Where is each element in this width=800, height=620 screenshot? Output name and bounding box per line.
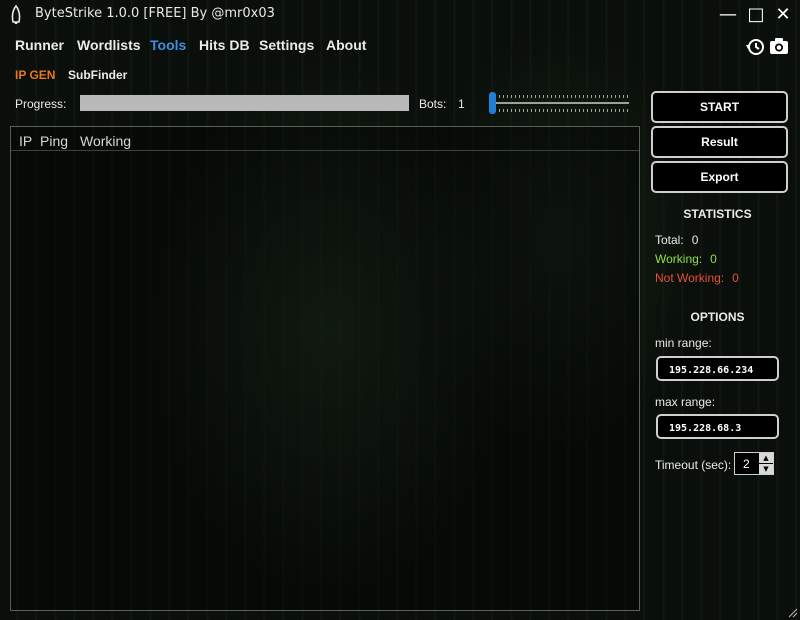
slider-ticks-top [491,95,629,98]
stat-total: Total: 0 [655,233,698,247]
progress-bar-fill [80,95,409,111]
stat-not-working-label: Not Working: [655,271,725,285]
menu-runner[interactable]: Runner [15,37,64,53]
close-button[interactable]: ✕ [772,4,794,26]
column-header-working[interactable]: Working [80,133,131,149]
progress-label: Progress: [15,97,67,111]
result-button[interactable]: Result [651,126,788,158]
timeout-label: Timeout (sec): [655,458,732,472]
column-header-ping[interactable]: Ping [40,133,68,149]
window-title: ByteStrike 1.0.0 [FREE] By @mr0x03 [35,6,275,21]
max-range-label: max range: [655,395,716,409]
stat-working-label: Working: [655,252,703,266]
bots-slider[interactable] [489,92,631,114]
options-heading: OPTIONS [690,310,745,324]
progress-bar [80,95,409,111]
minimize-button[interactable]: — [717,4,739,26]
maximize-button[interactable]: □ [745,4,767,26]
slider-ticks-bottom [491,109,629,112]
column-header-ip[interactable]: IP [19,133,32,149]
timeout-value[interactable]: 2 [743,457,750,471]
menu-wordlists[interactable]: Wordlists [77,37,141,53]
list-header: IP Ping Working [11,127,639,151]
resize-grip-icon[interactable] [786,606,798,618]
stat-not-working: Not Working: 0 [655,271,739,285]
stat-working: Working: 0 [655,252,717,266]
menu-hits-db[interactable]: Hits DB [199,37,250,53]
slider-thumb[interactable] [489,92,496,114]
app-window: ByteStrike 1.0.0 [FREE] By @mr0x03 — □ ✕… [0,0,800,620]
min-range-input[interactable]: 195.228.66.234 [656,356,779,381]
timeout-stepper[interactable]: 2 ▲ ▼ [734,452,774,475]
stat-not-working-value: 0 [732,271,739,285]
subtab-ip-gen[interactable]: IP GEN [15,68,55,82]
max-range-input[interactable]: 195.228.68.3 [656,414,779,439]
stepper-up-icon[interactable]: ▲ [759,453,773,463]
camera-icon[interactable] [769,36,789,56]
menu-settings[interactable]: Settings [259,37,314,53]
statistics-heading: STATISTICS [683,207,752,221]
results-list[interactable]: IP Ping Working [10,126,640,611]
title-bar[interactable]: ByteStrike 1.0.0 [FREE] By @mr0x03 — □ ✕ [0,0,800,30]
min-range-label: min range: [655,336,712,350]
stat-working-value: 0 [710,252,717,266]
history-icon[interactable] [745,36,765,56]
subtab-subfinder[interactable]: SubFinder [68,68,127,82]
start-button[interactable]: START [651,91,788,123]
menu-about[interactable]: About [326,37,366,53]
slider-track [491,102,629,104]
stepper-down-icon[interactable]: ▼ [759,464,773,474]
menu-tools[interactable]: Tools [150,37,186,53]
app-logo-icon [11,5,21,24]
bots-value: 1 [458,97,465,111]
stat-total-value: 0 [691,233,699,247]
bots-label: Bots: [419,97,447,111]
stat-total-label: Total: [655,233,684,247]
export-button[interactable]: Export [651,161,788,193]
